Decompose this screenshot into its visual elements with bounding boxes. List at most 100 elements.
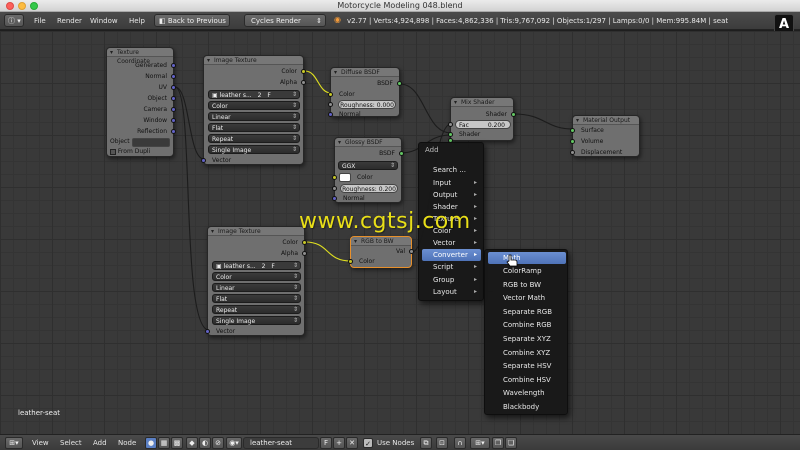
- socket-normal-in[interactable]: [328, 112, 333, 117]
- snap-toggle-button[interactable]: ∩: [454, 437, 466, 449]
- node-rgb-to-bw[interactable]: RGB to BW Val Color: [348, 236, 414, 268]
- color-space-dropdown[interactable]: Color: [212, 272, 301, 281]
- menu-item-script[interactable]: Script ▸: [433, 261, 481, 273]
- add-material-button[interactable]: +: [333, 437, 345, 449]
- image-datablock[interactable]: ▣ leather s... 2 F: [212, 261, 301, 270]
- color-swatch[interactable]: [339, 173, 351, 182]
- menu-item-vector[interactable]: Vector ▸: [433, 237, 481, 249]
- menu-select[interactable]: Select: [60, 437, 82, 449]
- color-space-dropdown[interactable]: Color: [208, 101, 300, 110]
- node-texture-coordinate[interactable]: Texture Coordinate Generated Normal UV O…: [106, 47, 176, 157]
- menu-item-search[interactable]: Search ...: [433, 164, 481, 176]
- from-dupli-checkbox[interactable]: From Dupli: [110, 147, 150, 156]
- linestyle-button[interactable]: ⊘: [212, 437, 224, 449]
- socket-camera[interactable]: [171, 107, 176, 112]
- menu-item-converter[interactable]: Converter ▸: [422, 249, 481, 261]
- socket-shader1-in[interactable]: [448, 132, 453, 137]
- editor-type-selector[interactable]: ⊞▾: [5, 437, 23, 449]
- back-to-previous-button[interactable]: ◧ Back to Previous: [154, 14, 230, 27]
- node-image-texture-2[interactable]: Image Texture Color Alpha ▣ leather s...…: [205, 226, 307, 336]
- socket-color-out[interactable]: [301, 69, 306, 74]
- socket-vector-in[interactable]: [205, 329, 210, 334]
- compositing-tree-button[interactable]: ▦: [158, 437, 170, 449]
- unlink-material-button[interactable]: ✕: [346, 437, 358, 449]
- texture-tree-button[interactable]: ▩: [171, 437, 183, 449]
- socket-roughness-in[interactable]: [332, 186, 337, 191]
- socket-bsdf-out[interactable]: [399, 151, 404, 156]
- socket-color-in[interactable]: [348, 259, 353, 264]
- socket-uv[interactable]: [171, 85, 176, 90]
- menu-item-combine-hsv[interactable]: Combine HSV: [503, 374, 565, 386]
- menu-item-combine-rgb[interactable]: Combine RGB: [503, 319, 565, 331]
- snap-element-dropdown[interactable]: ⊞▾: [470, 437, 490, 449]
- socket-fac-in[interactable]: [448, 122, 453, 127]
- menu-window[interactable]: Window: [90, 15, 118, 27]
- interpolation-dropdown[interactable]: Linear: [208, 112, 300, 121]
- projection-dropdown[interactable]: Flat: [212, 294, 301, 303]
- menu-help[interactable]: Help: [129, 15, 145, 27]
- socket-window[interactable]: [171, 118, 176, 123]
- world-shader-button[interactable]: ◐: [199, 437, 211, 449]
- interpolation-dropdown[interactable]: Linear: [212, 283, 301, 292]
- menu-item-separate-hsv[interactable]: Separate HSV: [503, 360, 565, 372]
- material-browse-button[interactable]: ◉▾: [226, 437, 242, 449]
- menu-item-output[interactable]: Output ▸: [433, 189, 481, 201]
- socket-reflection[interactable]: [171, 129, 176, 134]
- auto-render-button[interactable]: ⊡: [436, 437, 448, 449]
- menu-file[interactable]: File: [34, 15, 46, 27]
- menu-item-separate-xyz[interactable]: Separate XYZ: [503, 333, 565, 345]
- distribution-dropdown[interactable]: GGX: [338, 161, 398, 170]
- use-nodes-checkbox[interactable]: ✓: [363, 438, 373, 448]
- paste-nodes-button[interactable]: ❏: [505, 437, 517, 449]
- projection-dropdown[interactable]: Flat: [208, 123, 300, 132]
- socket-surface-in[interactable]: [570, 128, 575, 133]
- object-shader-button[interactable]: ◆: [186, 437, 198, 449]
- maximize-window-icon[interactable]: [30, 2, 38, 10]
- socket-val-out[interactable]: [409, 249, 414, 254]
- socket-generated[interactable]: [171, 63, 176, 68]
- socket-normal[interactable]: [171, 74, 176, 79]
- socket-color-in[interactable]: [328, 92, 333, 97]
- copy-nodes-button[interactable]: ❐: [492, 437, 504, 449]
- node-diffuse-bsdf[interactable]: Diffuse BSDF BSDF Color Roughness: 0.000…: [328, 67, 402, 118]
- fake-user-button[interactable]: F: [320, 437, 332, 449]
- render-engine-dropdown[interactable]: Cycles Render ⇕: [244, 14, 326, 27]
- minimize-window-icon[interactable]: [18, 2, 26, 10]
- menu-item-math[interactable]: Math: [488, 252, 566, 264]
- node-mix-shader[interactable]: Mix Shader Shader Fac 0.200 Shader: [448, 97, 516, 143]
- object-picker[interactable]: [132, 138, 170, 147]
- socket-bsdf-out[interactable]: [397, 81, 402, 86]
- shader-tree-button[interactable]: ●: [145, 437, 157, 449]
- source-dropdown[interactable]: Single Image: [212, 316, 301, 325]
- socket-color-in[interactable]: [332, 175, 337, 180]
- close-window-icon[interactable]: [6, 2, 14, 10]
- socket-vector-in[interactable]: [201, 158, 206, 163]
- menu-item-input[interactable]: Input ▸: [433, 177, 481, 189]
- extension-dropdown[interactable]: Repeat: [208, 134, 300, 143]
- socket-color-out[interactable]: [302, 240, 307, 245]
- fac-field[interactable]: Fac 0.200: [455, 120, 511, 129]
- node-material-output[interactable]: Material Output Surface Volume Displacem…: [570, 115, 640, 157]
- menu-item-combine-xyz[interactable]: Combine XYZ: [503, 347, 565, 359]
- material-name-field[interactable]: leather-seat: [243, 437, 319, 449]
- socket-volume-in[interactable]: [570, 139, 575, 144]
- node-image-texture-1[interactable]: Image Texture Color Alpha ▣ leather s...…: [201, 55, 306, 165]
- editor-type-selector[interactable]: ⓘ ▾: [4, 14, 24, 27]
- menu-render[interactable]: Render: [57, 15, 82, 27]
- backdrop-toggle-button[interactable]: ⧉: [420, 437, 432, 449]
- menu-item-wavelength[interactable]: Wavelength: [503, 387, 565, 399]
- menu-view[interactable]: View: [32, 437, 49, 449]
- socket-alpha-out[interactable]: [301, 80, 306, 85]
- socket-object[interactable]: [171, 96, 176, 101]
- socket-normal-in[interactable]: [332, 196, 337, 201]
- socket-roughness-in[interactable]: [328, 102, 333, 107]
- menu-item-blackbody[interactable]: Blackbody: [503, 401, 565, 413]
- menu-item-vector-math[interactable]: Vector Math: [503, 292, 565, 304]
- socket-alpha-out[interactable]: [302, 251, 307, 256]
- menu-item-group[interactable]: Group ▸: [433, 274, 481, 286]
- socket-displacement-in[interactable]: [570, 150, 575, 155]
- source-dropdown[interactable]: Single Image: [208, 145, 300, 154]
- roughness-field[interactable]: Roughness: 0.200: [340, 184, 398, 193]
- extension-dropdown[interactable]: Repeat: [212, 305, 301, 314]
- menu-item-layout[interactable]: Layout ▸: [433, 286, 481, 298]
